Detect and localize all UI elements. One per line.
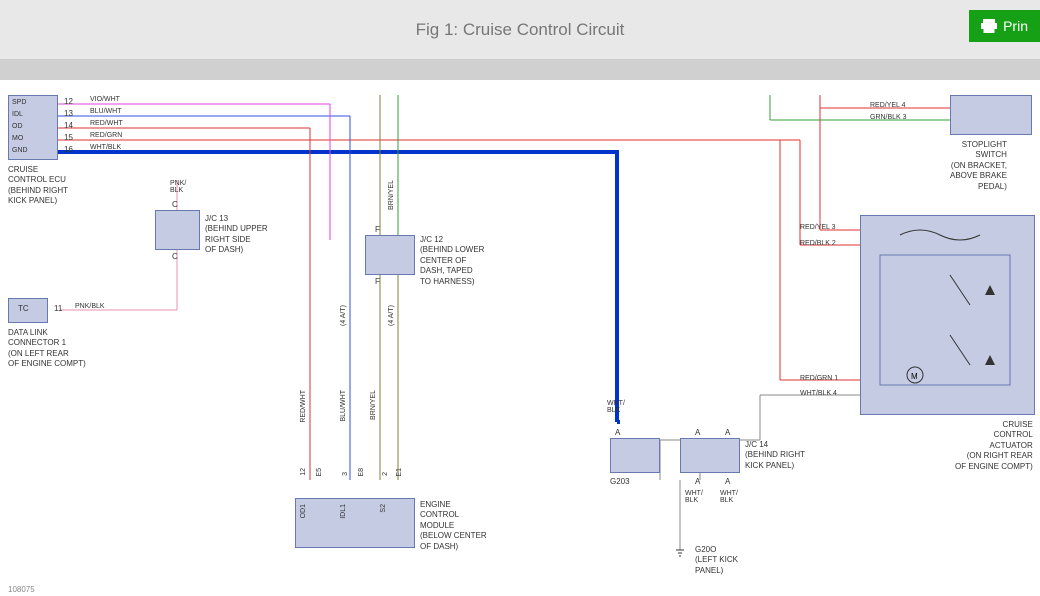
dlc-desc: DATA LINK CONNECTOR 1 (ON LEFT REAR OF E… [8, 328, 86, 370]
wiring-diagram: SPD IDL OD MO GND 12 13 14 15 16 VIO/WHT… [0, 80, 1040, 596]
dlc-num: 11 [54, 304, 62, 313]
dlc-color: PNK/BLK [75, 303, 105, 310]
act-w4: WHT/BLK 4 [800, 390, 837, 397]
act-w2: RED/BLK 2 [800, 240, 836, 247]
vert-brnyel: BRN/YEL [370, 390, 377, 420]
image-id: 108075 [8, 585, 35, 594]
wire-bluwht: BLU/WHT [90, 108, 122, 115]
ecm-n6: E1 [396, 468, 403, 477]
jc12-f2: F [375, 277, 380, 286]
stoplight-w1: RED/YEL 4 [870, 102, 906, 109]
stoplight-box [950, 95, 1032, 135]
ecm-idl1: IDL1 [340, 504, 347, 519]
ecm-n4: E8 [358, 468, 365, 477]
print-icon [981, 19, 997, 33]
g203-name: G203 [610, 477, 630, 487]
act-w1: RED/YEL 3 [800, 224, 836, 231]
print-button[interactable]: Prin [969, 10, 1040, 42]
jc14-a3: A [695, 477, 700, 486]
page-title: Fig 1: Cruise Control Circuit [416, 20, 625, 40]
g203-a: A [615, 428, 620, 437]
print-label: Prin [1003, 18, 1028, 34]
jc13-c1: C [172, 200, 178, 209]
g200-name: G20O (LEFT KICK PANEL) [695, 545, 738, 576]
wire-redwht: RED/WHT [90, 120, 123, 127]
ecu-pin-mo: MO [12, 135, 23, 142]
g203-box [610, 438, 660, 473]
jc14-desc: J/C 14 (BEHIND RIGHT KICK PANEL) [745, 440, 805, 471]
jc14-wht1: WHT/ BLK [685, 490, 703, 504]
vert-redwht: RED/WHT [300, 390, 307, 423]
jc12-desc: J/C 12 (BEHIND LOWER CENTER OF DASH, TAP… [420, 235, 484, 287]
jc13-desc: J/C 13 (BEHIND UPPER RIGHT SIDE OF DASH) [205, 214, 268, 256]
vert-at1: (4 A/T) [340, 305, 347, 326]
jc14-a2: A [725, 428, 730, 437]
act-w3: RED/GRN 1 [800, 375, 838, 382]
motor-m-icon: M [911, 372, 918, 381]
jc13-box [155, 210, 200, 250]
jc12-f1: F [375, 225, 380, 234]
ecu-num-15: 15 [64, 133, 73, 142]
ecu-pin-od: OD [12, 123, 23, 130]
ecu-num-16: 16 [64, 145, 73, 154]
jc14-wht2: WHT/ BLK [720, 490, 738, 504]
jc13-c2: C [172, 252, 178, 261]
jc13-pnkblk: PNK/ BLK [170, 180, 186, 194]
ecu-pin-idl: IDL [12, 111, 23, 118]
ecu-num-12: 12 [64, 97, 73, 106]
vert-bluwht: BLU/WHT [340, 390, 347, 422]
jc14-a1: A [695, 428, 700, 437]
jc14-a4: A [725, 477, 730, 486]
ecu-desc: CRUISE CONTROL ECU (BEHIND RIGHT KICK PA… [8, 165, 68, 207]
ecm-box [295, 498, 415, 548]
ecm-n1: 12 [300, 468, 307, 476]
ecm-s2: S2 [380, 504, 387, 513]
jc14-box [680, 438, 740, 473]
wire-whtblk: WHT/BLK [90, 144, 121, 151]
ecm-n5: 2 [382, 472, 389, 476]
jc12-box [365, 235, 415, 275]
wire-viowht: VIO/WHT [90, 96, 120, 103]
ecm-desc: ENGINE CONTROL MODULE (BELOW CENTER OF D… [420, 500, 487, 552]
wire-redgrn: RED/GRN [90, 132, 122, 139]
dlc-tc: TC [18, 304, 29, 313]
vert-brnyel2: BRN/YEL [388, 180, 395, 210]
ecu-num-13: 13 [64, 109, 73, 118]
ecu-num-14: 14 [64, 121, 73, 130]
ecm-n3: 3 [342, 472, 349, 476]
actuator-desc: CRUISE CONTROL ACTUATOR (ON RIGHT REAR O… [955, 420, 1033, 472]
g203-wht: WHT/ BLK [607, 400, 625, 414]
ecm-od1: OD1 [300, 504, 307, 518]
gray-divider [0, 60, 1040, 80]
stoplight-w2: GRN/BLK 3 [870, 114, 907, 121]
vert-at2: (4 A/T) [388, 305, 395, 326]
ecu-pin-spd: SPD [12, 99, 26, 106]
ecm-n2: E5 [316, 468, 323, 477]
ecu-pin-gnd: GND [12, 147, 28, 154]
stoplight-desc: STOPLIGHT SWITCH (ON BRACKET, ABOVE BRAK… [950, 140, 1007, 192]
